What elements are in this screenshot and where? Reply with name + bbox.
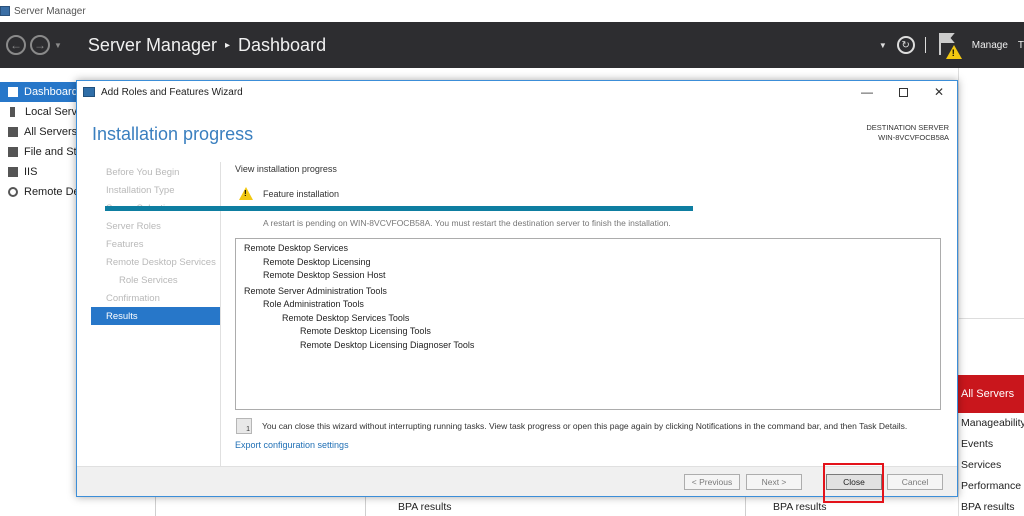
wizard-step-role-services: Role Services	[119, 274, 178, 286]
manage-menu[interactable]: Manage	[972, 40, 1008, 51]
destination-server-name: WIN-8VCVFOCB58A	[878, 133, 949, 142]
tile-divider	[365, 497, 366, 516]
sidebar-item-local-server[interactable]: Local Server	[0, 102, 80, 122]
installation-results-list[interactable]: Remote Desktop Services Remote Desktop Li…	[235, 238, 941, 410]
all-servers-tile-header[interactable]: All Servers	[958, 375, 1024, 413]
maximize-icon[interactable]	[885, 81, 921, 103]
breadcrumb: Server Manager ▸ Dashboard	[88, 35, 326, 56]
wizard-title: Add Roles and Features Wizard	[101, 86, 243, 98]
add-roles-features-wizard: Add Roles and Features Wizard — ✕ Instal…	[76, 80, 958, 497]
back-arrow-icon[interactable]: ←	[6, 35, 26, 55]
destination-server-label: DESTINATION SERVER	[866, 123, 949, 132]
result-item: Remote Desktop Licensing	[263, 256, 371, 267]
server-manager-titlebar: Server Manager	[0, 0, 1024, 22]
tile-divider	[155, 497, 156, 516]
dashboard-right-panel	[958, 68, 1024, 318]
tile-link-bpa-results[interactable]: BPA results	[961, 501, 1024, 516]
wizard-titlebar[interactable]: Add Roles and Features Wizard — ✕	[77, 81, 957, 103]
server-manager-app-icon	[0, 6, 10, 16]
export-configuration-link[interactable]: Export configuration settings	[235, 440, 349, 450]
restart-pending-message: A restart is pending on WIN-8VCVFOCB58A.…	[263, 218, 671, 228]
tile-link-events[interactable]: Events	[961, 438, 1024, 459]
sidebar-item-remote-desktop[interactable]: Remote Desktop Services	[0, 182, 80, 202]
sidebar-item-iis[interactable]: IIS	[0, 162, 80, 182]
wizard-step-confirmation: Confirmation	[106, 292, 160, 304]
close-icon[interactable]: ✕	[921, 81, 957, 103]
next-button[interactable]: Next >	[746, 474, 802, 490]
task-notification-icon: 1	[236, 418, 252, 434]
breadcrumb-page: Dashboard	[238, 34, 327, 55]
result-item: Remote Desktop Session Host	[263, 270, 386, 280]
page-title: Installation progress	[92, 124, 254, 144]
feature-installation-status: ! Feature installation	[239, 187, 339, 200]
result-item: Remote Server Administration Tools	[244, 285, 387, 296]
servers-icon	[8, 127, 18, 137]
cancel-button[interactable]: Cancel	[887, 474, 943, 490]
warning-icon: !	[239, 187, 253, 200]
minimize-icon[interactable]: —	[849, 81, 885, 103]
sidebar-item-dashboard[interactable]: Dashboard	[0, 82, 80, 102]
close-button-highlight	[823, 463, 884, 503]
sidebar-item-label: Remote Desktop Services	[24, 186, 80, 198]
refresh-dropdown-icon[interactable]: ▼	[879, 41, 887, 50]
feature-installation-label: Feature installation	[263, 188, 340, 199]
tile-link-services[interactable]: Services	[961, 459, 1024, 480]
installation-progress-fill	[105, 206, 693, 211]
previous-button[interactable]: < Previous	[684, 474, 740, 490]
sidebar-item-label: Dashboard	[24, 86, 78, 98]
header-command-bar: ▼ ↻ ! Manage T	[879, 22, 1024, 68]
server-icon	[10, 107, 15, 117]
wizard-step-server-roles: Server Roles	[106, 220, 161, 232]
breadcrumb-separator-icon: ▸	[224, 39, 231, 51]
sidebar-item-label: IIS	[24, 166, 38, 178]
sidebar-item-label: File and Storage Services	[24, 146, 80, 158]
close-wizard-note-text: You can close this wizard without interr…	[262, 421, 908, 431]
nav-history-dropdown-icon[interactable]: ▼	[54, 41, 62, 50]
dashboard-icon	[8, 87, 18, 97]
sidebar-item-label: Local Server	[25, 106, 80, 118]
all-servers-tile-links: Manageability Events Services Performanc…	[961, 417, 1024, 516]
refresh-icon[interactable]: ↻	[896, 36, 915, 54]
notifications-flag-warning-icon[interactable]: !	[936, 31, 962, 59]
result-item: Remote Desktop Licensing Tools	[300, 326, 431, 336]
tile-link-manageability[interactable]: Manageability	[961, 417, 1024, 438]
result-item: Remote Desktop Services Tools	[282, 312, 410, 323]
remote-desktop-icon	[8, 187, 18, 197]
iis-icon	[8, 167, 18, 177]
wizard-step-features: Features	[106, 238, 144, 250]
view-progress-label: View installation progress	[235, 164, 337, 174]
window-controls: — ✕	[849, 81, 957, 103]
tools-menu[interactable]: T	[1018, 40, 1024, 51]
server-manager-header: ← → ▼ Server Manager ▸ Dashboard ▼ ↻ ! M…	[0, 22, 1024, 68]
wizard-steps: Before You Begin Installation Type Serve…	[91, 163, 220, 325]
window-title: Server Manager	[14, 5, 86, 17]
breadcrumb-app: Server Manager	[87, 34, 217, 55]
tile-link-performance[interactable]: Performance	[961, 480, 1024, 501]
wizard-step-results[interactable]: Results	[91, 307, 220, 325]
destination-server: DESTINATION SERVER WIN-8VCVFOCB58A	[866, 123, 949, 143]
tile-divider	[745, 497, 746, 516]
server-manager-sidebar: Dashboard Local Server All Servers File …	[0, 82, 80, 212]
storage-icon	[8, 147, 18, 157]
wizard-app-icon	[83, 87, 95, 97]
wizard-step-remote-desktop-services: Remote Desktop Services	[106, 256, 216, 268]
sidebar-item-all-servers[interactable]: All Servers	[0, 122, 80, 142]
result-item: Role Administration Tools	[263, 299, 364, 309]
sidebar-item-file-storage[interactable]: File and Storage Services	[0, 142, 80, 162]
forward-arrow-icon[interactable]: →	[30, 35, 50, 55]
result-item: Remote Desktop Licensing Diagnoser Tools	[300, 339, 475, 350]
installation-progress-bar	[105, 206, 693, 211]
wizard-step-before-you-begin: Before You Begin	[106, 166, 180, 178]
close-wizard-note: 1 You can close this wizard without inte…	[236, 418, 907, 434]
sidebar-item-label: All Servers	[24, 126, 78, 138]
result-item: Remote Desktop Services	[244, 243, 349, 253]
bpa-results-link[interactable]: BPA results	[773, 501, 827, 513]
command-bar-divider	[924, 37, 926, 53]
wizard-step-installation-type: Installation Type	[106, 184, 175, 196]
bpa-results-link[interactable]: BPA results	[398, 501, 452, 513]
